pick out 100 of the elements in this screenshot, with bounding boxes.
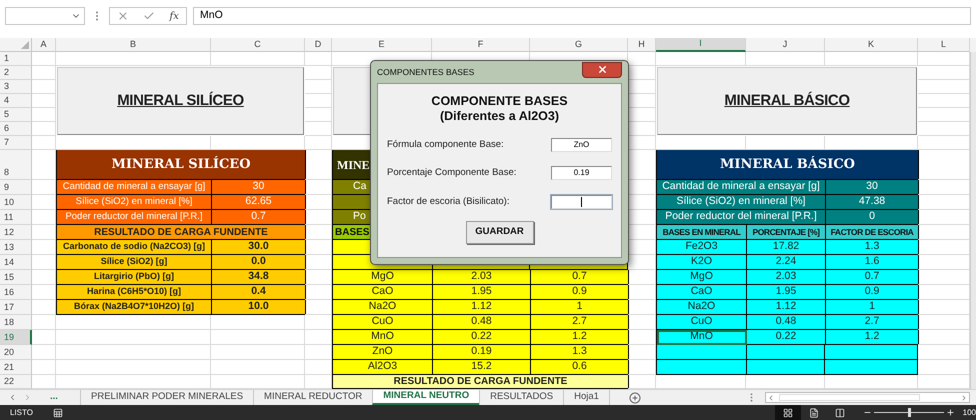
input-field[interactable]: ZnO xyxy=(551,138,612,152)
empty-cell[interactable] xyxy=(56,330,211,345)
row-header[interactable]: 10 xyxy=(0,195,32,210)
row-header[interactable]: 7 xyxy=(0,136,32,150)
empty-cell[interactable] xyxy=(305,94,332,108)
table-header: MINERAL SILÍCEO xyxy=(57,150,306,180)
close-button[interactable] xyxy=(582,62,622,78)
row-header[interactable]: 6 xyxy=(0,122,32,136)
empty-cell[interactable] xyxy=(56,345,211,360)
table-cell: Cantidad de mineral a ensayar [g] xyxy=(57,180,212,195)
empty-cell[interactable] xyxy=(656,52,746,66)
column-header[interactable]: A xyxy=(32,38,56,52)
row-header[interactable]: 17 xyxy=(0,300,32,315)
column-header[interactable]: C xyxy=(211,38,305,52)
column-header[interactable]: E xyxy=(332,38,432,52)
column-header[interactable]: G xyxy=(530,38,628,52)
save-button[interactable]: GUARDAR xyxy=(466,220,534,244)
empty-cell[interactable] xyxy=(32,150,56,180)
empty-cell[interactable] xyxy=(305,80,332,94)
status-text: LISTO xyxy=(10,406,33,418)
column-header: BASES EN MINERAL xyxy=(657,225,747,240)
more-sheets-button[interactable]: ... xyxy=(50,390,80,405)
table-cell: 0.9 xyxy=(531,285,629,300)
row-header[interactable]: 1 xyxy=(0,52,32,66)
column-header[interactable]: F xyxy=(432,38,530,52)
empty-cell[interactable] xyxy=(305,66,332,80)
empty-cell[interactable] xyxy=(305,108,332,122)
empty-cell[interactable] xyxy=(56,52,211,66)
sheet-tab[interactable]: MINERAL NEUTRO xyxy=(372,390,480,405)
add-sheet-icon[interactable] xyxy=(628,392,641,404)
row-header[interactable]: 16 xyxy=(0,285,32,300)
zoom-in-icon[interactable] xyxy=(946,408,955,417)
row-header[interactable]: 8 xyxy=(0,150,32,180)
table-cell: CaO xyxy=(333,285,433,300)
table-cell: Na2O xyxy=(657,300,747,315)
empty-cell[interactable] xyxy=(56,315,211,330)
empty-cell[interactable] xyxy=(211,315,305,330)
empty-cell[interactable] xyxy=(32,94,56,108)
empty-cell[interactable] xyxy=(32,52,56,66)
empty-cell[interactable] xyxy=(305,52,332,66)
scroll-left-icon[interactable] xyxy=(8,393,17,402)
table-cell: 0.22 xyxy=(747,330,826,345)
zoom-level[interactable]: 100 xyxy=(962,406,976,418)
row-header[interactable]: 5 xyxy=(0,108,32,122)
column-header[interactable]: K xyxy=(825,38,918,52)
column-header[interactable]: I xyxy=(656,38,746,52)
field-label: Porcentaje Componente Base: xyxy=(387,166,516,180)
empty-cell[interactable] xyxy=(211,345,305,360)
column-header[interactable]: D xyxy=(305,38,332,52)
row-header[interactable]: 14 xyxy=(0,255,32,270)
column-header[interactable]: J xyxy=(746,38,825,52)
empty-cell[interactable] xyxy=(211,330,305,345)
empty-cell[interactable] xyxy=(32,360,56,375)
input-field[interactable] xyxy=(551,194,612,209)
row-header[interactable]: 15 xyxy=(0,270,32,285)
name-box[interactable] xyxy=(5,7,85,25)
row-header[interactable]: 19 xyxy=(0,330,32,345)
empty-cell[interactable] xyxy=(56,360,211,375)
row-header[interactable]: 2 xyxy=(0,66,32,80)
table-cell: MgO xyxy=(333,270,433,285)
row-header[interactable]: 3 xyxy=(0,80,32,94)
cancel-icon[interactable] xyxy=(117,10,130,22)
empty-cell[interactable] xyxy=(305,122,332,136)
title-button[interactable]: MINERAL BÁSICO xyxy=(657,67,917,135)
empty-cell[interactable] xyxy=(825,52,918,66)
empty-cell[interactable] xyxy=(32,315,56,330)
column-header[interactable]: L xyxy=(918,38,970,52)
title-button[interactable]: MINERAL SILÍCEO xyxy=(57,67,304,135)
column-header[interactable]: B xyxy=(56,38,211,52)
empty-cell[interactable] xyxy=(32,345,56,360)
empty-cell[interactable] xyxy=(32,122,56,136)
zoom-slider[interactable] xyxy=(874,408,944,417)
row-header[interactable]: 4 xyxy=(0,94,32,108)
empty-cell[interactable] xyxy=(32,66,56,80)
scroll-right-icon[interactable] xyxy=(23,393,32,402)
row-header[interactable]: 20 xyxy=(0,345,32,360)
vertical-scrollbar[interactable] xyxy=(970,52,976,389)
empty-cell[interactable] xyxy=(211,360,305,375)
table-cell: 2.7 xyxy=(826,315,919,330)
select-all-icon xyxy=(21,41,29,49)
empty-cell[interactable] xyxy=(746,52,825,66)
row-header[interactable]: 21 xyxy=(0,360,32,375)
check-icon[interactable] xyxy=(143,10,156,22)
empty-cell[interactable] xyxy=(305,150,332,180)
empty-cell[interactable] xyxy=(32,108,56,122)
empty-cell[interactable] xyxy=(211,52,305,66)
function-button[interactable]: fx xyxy=(170,8,179,24)
empty-cell[interactable] xyxy=(32,136,56,150)
input-field[interactable]: 0.19 xyxy=(551,166,612,180)
grid-icon xyxy=(782,408,793,418)
empty-cell[interactable] xyxy=(32,80,56,94)
view-button[interactable] xyxy=(774,405,801,420)
row-header[interactable]: 9 xyxy=(0,180,32,195)
empty-cell[interactable] xyxy=(305,136,332,150)
row-header[interactable]: 11 xyxy=(0,210,32,225)
row-header[interactable]: 13 xyxy=(0,240,32,255)
row-header[interactable]: 12 xyxy=(0,225,32,240)
horizontal-scrollbar[interactable] xyxy=(765,392,970,403)
scroll-right-icon xyxy=(960,394,968,402)
formula-field[interactable]: MnO xyxy=(193,7,971,25)
